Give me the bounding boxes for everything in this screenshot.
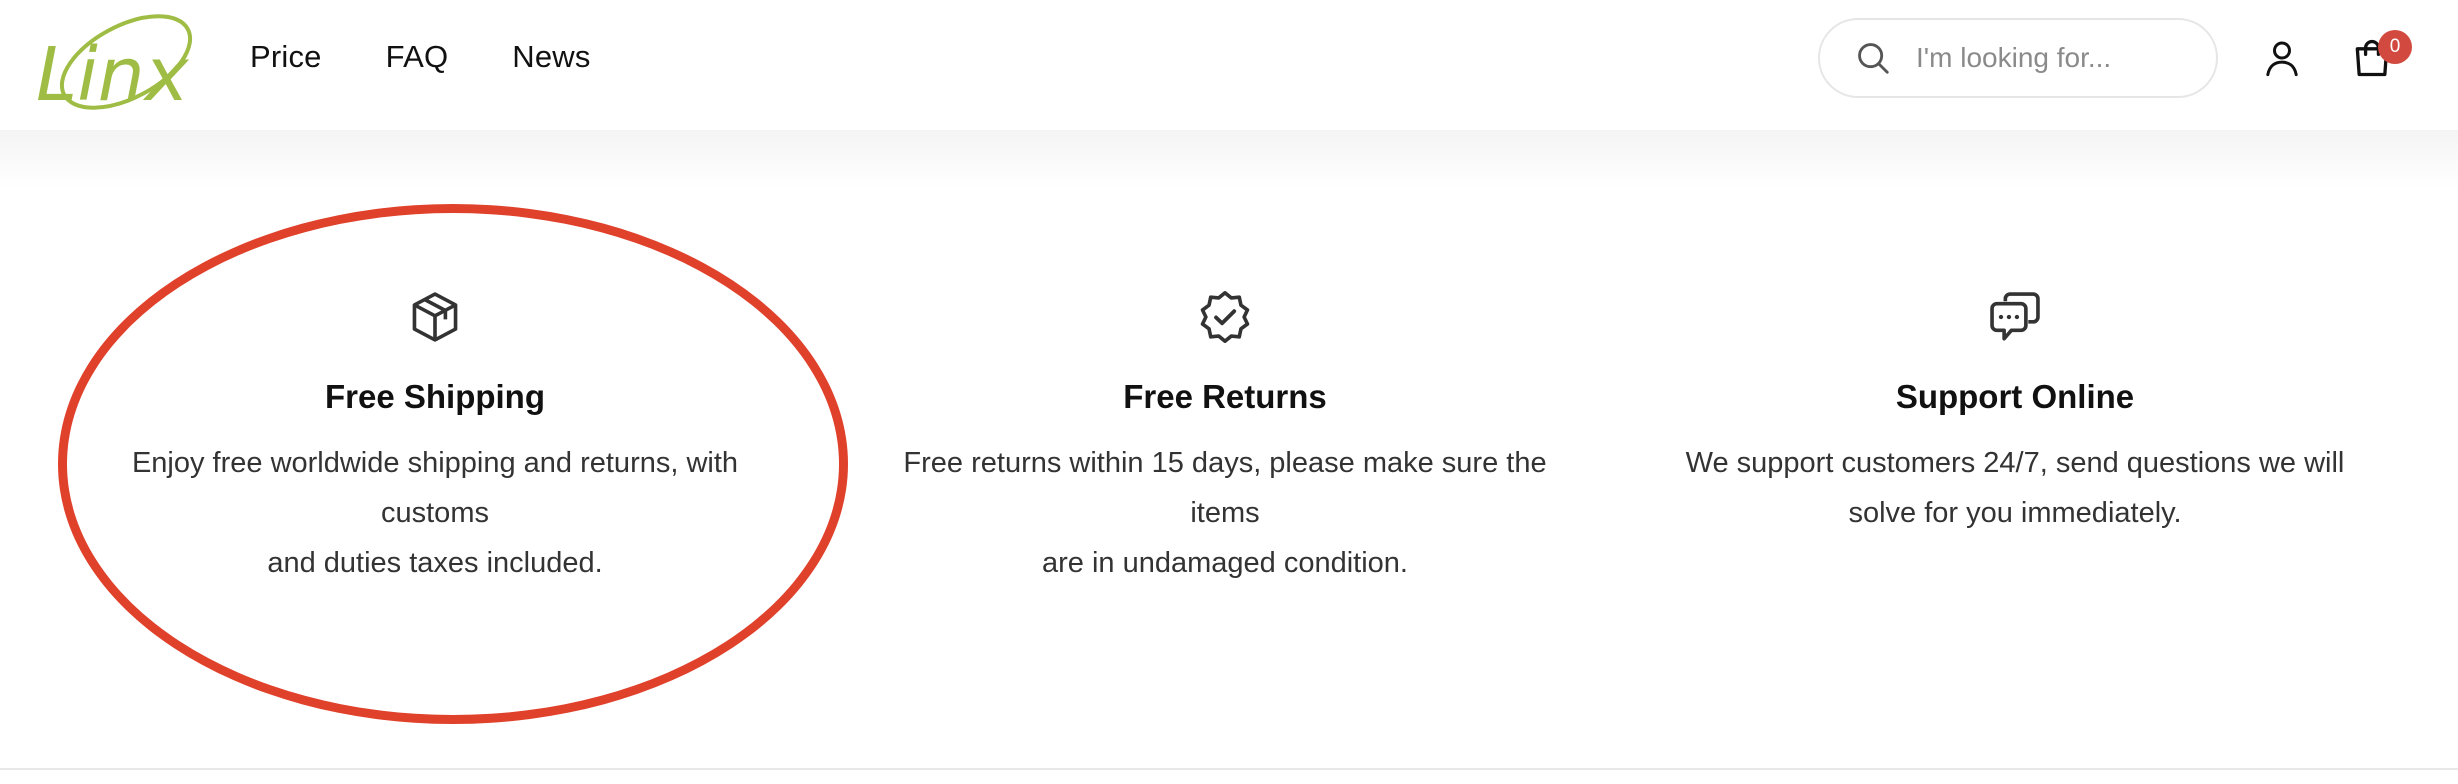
feature-title: Support Online [1895,378,2135,415]
feature-description-line: items [1190,497,1260,529]
nav-item-faq[interactable]: FAQ [386,39,449,75]
feature-description-line: are in undamaged condition. [1042,547,1408,579]
header-shadow [0,130,2458,190]
main-nav: Price FAQ News [250,36,655,78]
feature-description: Enjoy free worldwide shipping and return… [75,438,795,588]
section-divider [0,768,2458,770]
cart-count-badge: 0 [2378,30,2412,64]
site-header: Linx Price FAQ News 0 [0,0,2458,130]
search-icon[interactable] [1854,39,1892,77]
feature-title: Free Shipping [324,378,545,415]
nav-item-news[interactable]: News [512,39,590,75]
chat-bubbles-icon [1990,292,2040,341]
feature-title: Free Returns [1123,378,1327,415]
feature-description-line: Free returns within 15 days, please make… [903,447,1547,479]
feature-description: We support customers 24/7, send question… [1655,438,2375,538]
nav-item-price[interactable]: Price [250,39,322,75]
feature-free-shipping: Free Shipping Enjoy free worldwide shipp… [75,288,795,588]
search-box[interactable] [1818,18,2218,98]
search-input[interactable] [1914,41,2194,75]
feature-description-line: Enjoy free worldwide shipping and return… [131,447,739,479]
feature-support-online: Support Online We support customers 24/7… [1655,288,2375,538]
site-logo[interactable]: Linx [34,4,204,116]
logo-text: Linx [36,32,190,116]
feature-free-returns: Free Returns Free returns within 15 days… [865,288,1585,588]
linx-logo-icon: Linx [36,14,193,116]
feature-description-line: We support customers 24/7, send question… [1685,447,2345,479]
feature-description-line: and duties taxes included. [267,547,603,579]
package-box-icon [412,292,458,342]
feature-description-line: solve for you immediately. [1848,497,2182,529]
feature-description-line: customs [381,497,489,529]
verified-badge-check-icon [1200,291,1250,343]
feature-description: Free returns within 15 days, please make… [865,438,1585,588]
user-icon[interactable] [2262,38,2302,78]
